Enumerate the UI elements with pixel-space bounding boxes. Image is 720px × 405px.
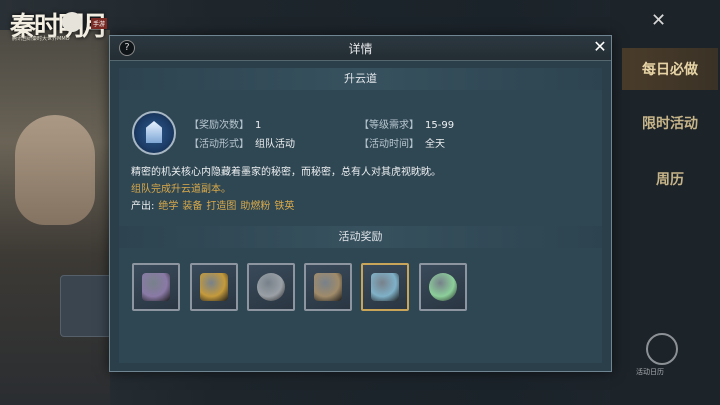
reward-slot-scroll[interactable] bbox=[304, 263, 352, 311]
produce-item[interactable]: 绝学 bbox=[158, 201, 178, 212]
reward-slot-stone[interactable] bbox=[247, 263, 295, 311]
close-button[interactable]: ✕ bbox=[591, 38, 609, 56]
background-character bbox=[0, 30, 110, 405]
reward-slot-crystal[interactable] bbox=[361, 263, 409, 311]
rewards-header: 活动奖励 bbox=[119, 226, 602, 248]
logo-subtitle: 腾讯自研秦时大世界MMO bbox=[12, 36, 70, 42]
activity-form-field: 【活动形式】 组队活动 bbox=[189, 139, 295, 150]
crystal-ore-icon bbox=[371, 273, 399, 301]
calendar-icon[interactable] bbox=[646, 333, 678, 365]
dungeon-icon bbox=[132, 111, 176, 155]
reward-slot-jade[interactable] bbox=[419, 263, 467, 311]
dialog-body: 升云道 【奖励次数】 1 【等级需求】 15-99 【活动形式】 组队活动 【活动时间… bbox=[119, 68, 602, 363]
reward-count-field: 【奖励次数】 1 bbox=[189, 120, 262, 131]
dialog-title: 详情 bbox=[348, 42, 373, 56]
background-card bbox=[60, 275, 112, 337]
detail-dialog: ? 详情 ✕ 升云道 【奖励次数】 1 【等级需求】 15-99 【活动形式】 组队活… bbox=[109, 35, 612, 372]
reward-slot-gold-ore[interactable] bbox=[190, 263, 238, 311]
armor-icon bbox=[142, 273, 170, 301]
produce-item[interactable]: 铁英 bbox=[274, 201, 294, 212]
logo-mark: 手游 bbox=[91, 18, 108, 29]
gold-ore-icon bbox=[200, 273, 228, 301]
calendar-label: 活动日历 bbox=[636, 368, 664, 376]
produce-line: 产出: 绝学 装备 打造图 助燃粉 铁英 bbox=[131, 197, 294, 212]
level-req-field: 【等级需求】 15-99 bbox=[359, 120, 455, 131]
game-logo: 秦时明月 手游 腾讯自研秦时大世界MMO bbox=[4, 4, 114, 44]
produce-item[interactable]: 打造图 bbox=[206, 201, 236, 212]
produce-label: 产出: bbox=[131, 201, 155, 212]
activity-hint: 组队完成升云道副本。 bbox=[131, 184, 231, 195]
scroll-icon bbox=[314, 273, 342, 301]
character-portrait bbox=[15, 115, 95, 225]
produce-item[interactable]: 装备 bbox=[182, 201, 202, 212]
activity-name: 升云道 bbox=[119, 68, 602, 90]
activity-time-field: 【活动时间】 全天 bbox=[359, 139, 445, 150]
tab-daily[interactable]: 每日必做 bbox=[622, 48, 718, 90]
jade-disc-icon bbox=[429, 273, 457, 301]
side-close-icon[interactable]: ✕ bbox=[651, 10, 666, 31]
dialog-header: ? 详情 ✕ bbox=[110, 36, 611, 61]
logo-emblem bbox=[62, 12, 82, 32]
activity-description: 精密的机关核心内隐藏着墨家的秘密，而秘密，总有人对其虎视眈眈。 bbox=[131, 167, 441, 178]
produce-item[interactable]: 助燃粉 bbox=[240, 201, 270, 212]
tab-weekly[interactable]: 周历 bbox=[622, 158, 718, 200]
reward-slot-armor[interactable] bbox=[132, 263, 180, 311]
stone-tablet-icon bbox=[257, 273, 285, 301]
tab-limited[interactable]: 限时活动 bbox=[622, 102, 718, 144]
